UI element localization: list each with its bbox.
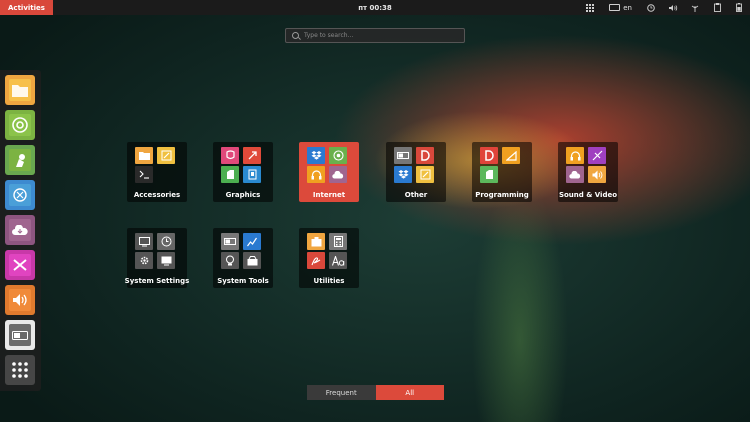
document-viewer-icon — [243, 166, 261, 183]
folder-graphics[interactable]: Graphics — [213, 142, 273, 202]
folder-icon-grid — [221, 233, 265, 269]
folder-programming[interactable]: Programming — [472, 142, 532, 202]
folder-label: System Settings — [124, 277, 190, 285]
text-editor-icon — [157, 147, 175, 164]
clipboard-icon[interactable] — [706, 0, 728, 15]
folder-icon-grid — [221, 147, 265, 183]
folder-label: Graphics — [225, 191, 261, 199]
toggle-icon — [9, 324, 31, 346]
gear-icon — [135, 252, 153, 269]
folder-label: System Tools — [217, 277, 269, 285]
folder-sound-video[interactable]: Sound & Video — [558, 142, 618, 202]
folder-icon-grid — [135, 147, 179, 183]
clock-icon[interactable] — [640, 0, 662, 15]
folder-icon-grid — [394, 147, 438, 183]
folder-label: Accessories — [133, 191, 181, 199]
toggle-icon — [221, 233, 239, 250]
toggle-icon — [394, 147, 412, 164]
folder-icon — [9, 79, 31, 101]
folder-label: Sound & Video — [558, 191, 618, 199]
archive-icon — [307, 233, 325, 250]
headphones-icon — [566, 147, 584, 164]
dock-item-network-manager[interactable] — [5, 180, 35, 210]
shuffle-icon — [9, 254, 31, 276]
chrome-icon — [329, 147, 347, 164]
view-switcher: Frequent All — [307, 385, 444, 400]
cloud-icon — [9, 219, 31, 241]
cloud-icon — [566, 166, 584, 183]
text-editor-icon — [416, 166, 434, 183]
letter-d-icon — [480, 147, 498, 164]
dropbox-icon — [307, 147, 325, 164]
top-bar: Activities пт 00:38 en — [0, 0, 750, 15]
speaker-icon — [588, 166, 606, 183]
speaker-icon — [9, 289, 31, 311]
disk-icon — [221, 252, 239, 269]
battery-icon[interactable] — [728, 0, 750, 15]
folder-icon-grid — [566, 147, 610, 183]
document-icon — [480, 166, 498, 183]
search-box[interactable] — [285, 28, 465, 43]
keyboard-layout-label: en — [623, 3, 632, 12]
system-monitor-icon — [243, 233, 261, 250]
ruler-icon — [502, 147, 520, 164]
folder-icon-grid — [307, 147, 351, 183]
network-icon — [9, 184, 31, 206]
all-tab[interactable]: All — [375, 385, 444, 400]
folder-system-settings[interactable]: System Settings — [125, 228, 189, 288]
dock-item-chrome[interactable] — [5, 110, 35, 140]
folder-other[interactable]: Other — [386, 142, 446, 202]
system-tray: en — [579, 0, 750, 15]
clock[interactable]: пт 00:38 — [358, 4, 392, 12]
search-input[interactable] — [304, 32, 454, 39]
show-applications-button[interactable] — [5, 355, 35, 385]
dock-item-cloud[interactable] — [5, 215, 35, 245]
signature-icon — [307, 252, 325, 269]
dock-item-files[interactable] — [5, 75, 35, 105]
font-viewer-icon — [329, 252, 347, 269]
video-editor-icon — [588, 147, 606, 164]
display-icon — [157, 252, 175, 269]
photo-icon — [9, 149, 31, 171]
folder-icon-grid — [307, 233, 351, 269]
frequent-tab[interactable]: Frequent — [307, 385, 376, 400]
app-grid-icon — [12, 362, 28, 378]
calculator-icon — [329, 233, 347, 250]
folder-label: Internet — [312, 191, 346, 199]
folder-accessories[interactable]: Accessories — [127, 142, 187, 202]
folder-icon-grid — [135, 233, 179, 269]
folder-utilities[interactable]: Utilities — [299, 228, 359, 288]
folder-icon-grid — [480, 147, 524, 183]
folder-label: Utilities — [313, 277, 345, 285]
folder-label: Other — [404, 191, 428, 199]
dock-item-shotwell[interactable] — [5, 145, 35, 175]
folder-internet[interactable]: Internet — [299, 142, 359, 202]
grid-menu-icon[interactable] — [579, 0, 601, 15]
image-viewer-icon — [221, 166, 239, 183]
keyboard-icon — [609, 4, 621, 11]
headphones-icon — [307, 166, 325, 183]
folder-label: Programming — [475, 191, 529, 199]
search-icon — [292, 32, 299, 39]
terminal-icon — [135, 166, 153, 183]
package-icon — [243, 252, 261, 269]
volume-icon[interactable] — [662, 0, 684, 15]
letter-d-icon — [416, 147, 434, 164]
keyboard-layout[interactable]: en — [601, 4, 640, 12]
dock-item-sound[interactable] — [5, 285, 35, 315]
network-icon[interactable] — [684, 0, 706, 15]
dock-item-crossover[interactable] — [5, 250, 35, 280]
gimp-icon — [243, 147, 261, 164]
folder-system-tools[interactable]: System Tools — [213, 228, 273, 288]
files-icon — [135, 147, 153, 164]
clock-icon — [157, 233, 175, 250]
inkscape-icon — [221, 147, 239, 164]
dock-item-toggle[interactable] — [5, 320, 35, 350]
cloud-icon — [329, 166, 347, 183]
monitor-icon — [135, 233, 153, 250]
dash-dock — [0, 70, 41, 391]
activities-button[interactable]: Activities — [0, 0, 53, 15]
chrome-icon — [9, 114, 31, 136]
dropbox-icon — [394, 166, 412, 183]
